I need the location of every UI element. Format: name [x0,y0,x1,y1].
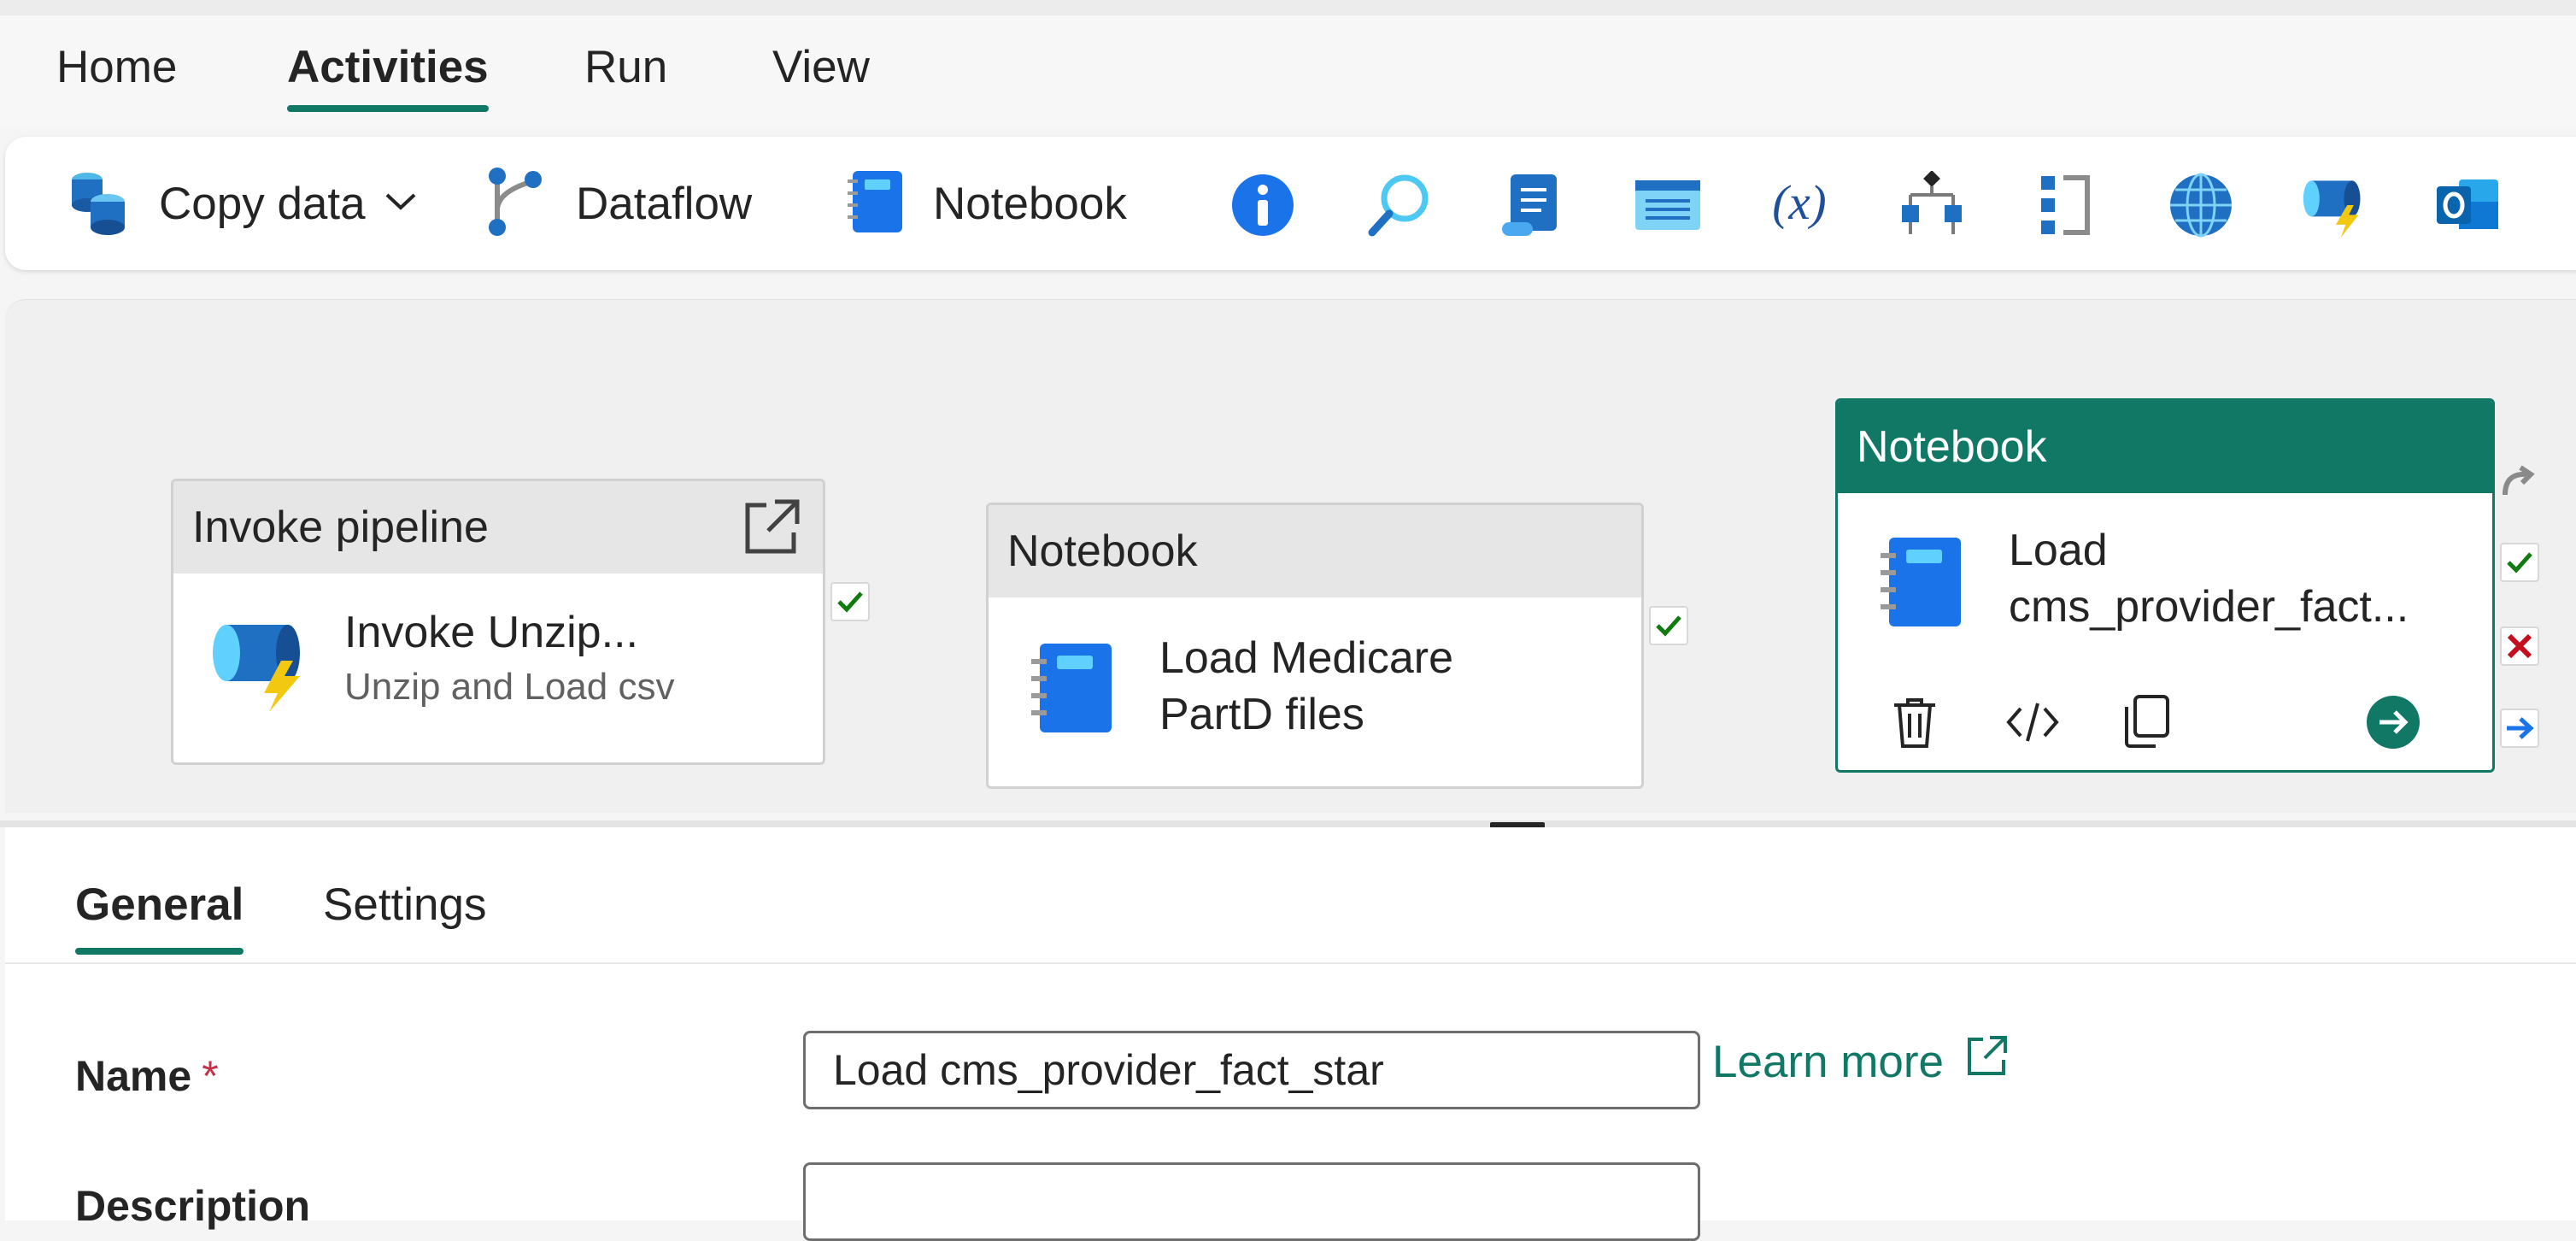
notebook-card-cms-provider[interactable]: Notebook Load cms_provider_fact... [1835,398,2495,773]
tab-run[interactable]: Run [584,41,667,93]
code-icon[interactable] [2005,698,2060,750]
tab-activities-label: Activities [287,42,489,92]
dataflow-label: Dataflow [576,178,753,229]
name-label: Name * [75,1051,219,1101]
copy-data-icon [67,168,132,240]
learn-more-label: Learn more [1712,1037,1945,1087]
card-header: Notebook [1838,401,2492,493]
tab-divider [5,962,2576,964]
dataflow-icon [484,166,549,242]
invoke-pipeline-card[interactable]: Invoke pipeline Invoke Unzip... Unzip an… [171,479,825,765]
card-type-label: Invoke pipeline [192,503,489,552]
learn-more-link[interactable]: Learn more [1712,1034,2009,1090]
info-icon[interactable] [1229,171,1297,239]
copy-icon[interactable] [2120,693,2171,754]
skip-connector-icon[interactable] [2498,464,2543,506]
failure-connector-icon[interactable] [2500,626,2539,666]
copy-data-label: Copy data [159,178,366,229]
activity-name-line2: cms_provider_fact... [2009,582,2409,632]
success-connector-icon[interactable] [1649,606,1688,645]
set-variable-icon[interactable]: (x) [1765,171,1834,239]
notebook-icon [1030,640,1115,740]
notebook-icon [1879,534,1964,634]
dataflow-button[interactable]: Dataflow [484,137,752,270]
activity-name-line1: Load Medicare [1159,633,1453,683]
active-tab-indicator [287,105,489,112]
tab-general-label: General [75,879,244,930]
success-connector-icon[interactable] [830,582,870,621]
card-header: Notebook [989,505,1641,597]
copy-data-button[interactable]: Copy data [67,137,417,270]
run-arrow-icon[interactable] [2366,695,2421,754]
stored-procedure-icon[interactable] [1634,171,1702,239]
notebook-icon [846,168,906,240]
card-type-label: Notebook [1857,422,2047,472]
switch-icon[interactable] [1898,171,1967,239]
tab-view[interactable]: View [772,41,870,93]
tab-settings[interactable]: Settings [323,879,487,931]
notebook-card-medicare[interactable]: Notebook Load Medicare PartD files [986,503,1644,789]
script-icon[interactable] [1497,171,1565,239]
description-input[interactable] [803,1162,1700,1241]
web-icon[interactable] [2167,171,2235,239]
lookup-icon[interactable] [1365,171,1434,239]
open-external-icon [1944,1034,2009,1090]
description-label: Description [75,1182,311,1230]
activities-ribbon: Copy data Dataflow Notebook (x) [5,137,2576,270]
notebook-button[interactable]: Notebook [846,137,1127,270]
active-tab-indicator [75,948,244,955]
card-type-label: Notebook [1007,526,1198,576]
activity-name-input[interactable] [803,1031,1700,1109]
activity-subtitle: Unzip and Load csv [344,666,675,708]
tab-home[interactable]: Home [56,41,177,93]
delete-icon[interactable] [1889,695,1940,754]
required-indicator: * [202,1052,219,1100]
pipeline-canvas[interactable]: Invoke pipeline Invoke Unzip... Unzip an… [5,299,2576,813]
chevron-down-icon[interactable] [384,191,417,216]
filter-icon[interactable] [2033,171,2102,239]
menu-bar: Home Activities Run View [0,15,2576,126]
activity-name-line1: Load [2009,526,2108,575]
invoke-pipeline-activity-icon [208,611,314,718]
open-external-icon[interactable] [741,497,802,569]
panel-splitter[interactable] [0,820,2576,827]
success-connector-icon[interactable] [2500,543,2539,582]
notebook-label: Notebook [933,178,1127,229]
card-header: Invoke pipeline [173,481,823,573]
activity-name: Invoke Unzip... [344,608,638,657]
svg-text:(x): (x) [1772,176,1826,230]
properties-panel: General Settings Name* Learn more Descri… [5,827,2576,1241]
name-label-text: Name [75,1052,192,1100]
window-top-strip [0,0,2576,15]
activity-name-line2: PartD files [1159,690,1364,739]
invoke-pipeline-icon[interactable] [2300,171,2368,239]
outlook-icon[interactable] [2433,171,2502,239]
completion-connector-icon[interactable] [2500,709,2539,748]
tab-general[interactable]: General [75,879,244,955]
tab-activities[interactable]: Activities [287,41,489,112]
